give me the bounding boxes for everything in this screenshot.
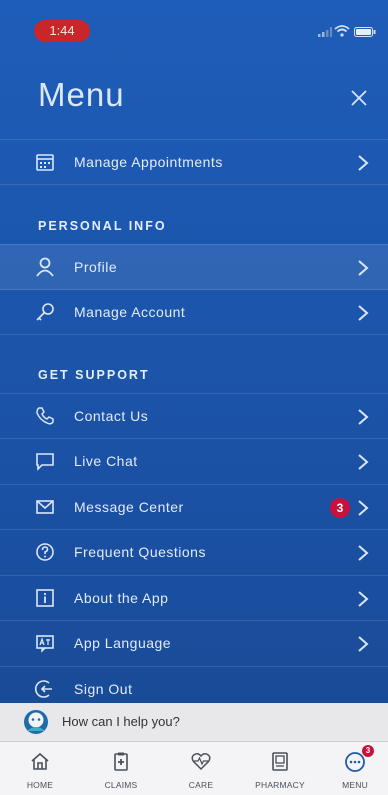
chat-bubble-icon	[36, 453, 54, 471]
unread-badge: 3	[330, 498, 350, 518]
tab-label: CLAIMS	[104, 780, 138, 790]
wifi-icon	[334, 25, 350, 37]
menu-tab-badge: 3	[362, 745, 374, 757]
tab-label: CARE	[188, 780, 214, 790]
tab-label: HOME	[26, 780, 54, 790]
tab-label: MENU	[342, 780, 368, 790]
chevron-right-icon	[358, 591, 369, 607]
tab-label: PHARMACY	[255, 780, 305, 790]
battery-icon	[354, 27, 376, 37]
menu-item-label: Frequent Questions	[74, 544, 206, 560]
menu-item-contact-us[interactable]: Contact Us	[0, 393, 388, 439]
chevron-right-icon	[358, 636, 369, 652]
assistant-avatar-icon	[24, 710, 48, 734]
menu-item-live-chat[interactable]: Live Chat	[0, 438, 388, 484]
menu-item-label: Message Center	[74, 499, 184, 515]
menu-item-frequent-questions[interactable]: Frequent Questions	[0, 529, 388, 575]
bottom-tab-bar: HOME CLAIMS CARE PHARMACY 3 MENU	[0, 741, 388, 795]
menu-item-about-the-app[interactable]: About the App	[0, 575, 388, 621]
pharmacy-icon	[272, 752, 288, 771]
chevron-right-icon	[358, 305, 369, 321]
section-title-personal-info: PERSONAL INFO	[38, 219, 167, 233]
chevron-right-icon	[358, 260, 369, 276]
question-icon	[36, 543, 54, 561]
claims-icon	[114, 752, 128, 771]
tab-pharmacy[interactable]: PHARMACY	[245, 742, 315, 795]
menu-item-label: Profile	[74, 259, 118, 275]
divider	[0, 334, 388, 335]
info-icon	[36, 589, 54, 607]
menu-item-manage-appointments[interactable]: Manage Appointments	[0, 139, 388, 185]
menu-item-manage-account[interactable]: Manage Account	[0, 289, 388, 335]
person-icon	[36, 257, 54, 277]
menu-item-label: Live Chat	[74, 453, 138, 469]
home-icon	[31, 752, 49, 770]
section-title-get-support: GET SUPPORT	[38, 368, 150, 382]
chat-prompt-text: How can I help you?	[62, 714, 180, 729]
menu-item-profile[interactable]: Profile	[0, 244, 388, 290]
menu-item-label: Manage Account	[74, 304, 186, 320]
tab-care[interactable]: CARE	[166, 742, 236, 795]
menu-screen: 1:44 Menu Manage Appointments PERSONAL I…	[0, 0, 388, 795]
key-icon	[36, 303, 54, 321]
envelope-icon	[36, 500, 54, 514]
menu-item-label: About the App	[74, 590, 169, 606]
chevron-right-icon	[358, 545, 369, 561]
menu-item-app-language[interactable]: App Language	[0, 620, 388, 666]
chevron-right-icon	[358, 500, 369, 516]
care-icon	[191, 753, 211, 771]
close-icon[interactable]	[350, 89, 368, 107]
status-bar: 1:44	[0, 0, 388, 44]
sign-out-icon	[34, 680, 52, 698]
menu-item-label: Contact Us	[74, 408, 149, 424]
tab-menu[interactable]: 3 MENU	[320, 742, 388, 795]
calendar-icon	[36, 154, 54, 171]
tab-claims[interactable]: CLAIMS	[86, 742, 156, 795]
chevron-right-icon	[358, 409, 369, 425]
tab-home[interactable]: HOME	[5, 742, 75, 795]
assistant-chat-bar[interactable]: How can I help you?	[0, 703, 388, 741]
divider	[0, 184, 388, 185]
chevron-right-icon	[358, 454, 369, 470]
menu-item-label: App Language	[74, 635, 172, 651]
language-icon	[36, 635, 54, 653]
chevron-right-icon	[358, 155, 369, 171]
signal-icon	[318, 27, 332, 37]
page-title: Menu	[38, 76, 125, 113]
phone-icon	[36, 407, 54, 425]
status-time: 1:44	[34, 20, 90, 42]
menu-item-message-center[interactable]: Message Center 3	[0, 484, 388, 530]
menu-item-label: Manage Appointments	[74, 154, 223, 170]
